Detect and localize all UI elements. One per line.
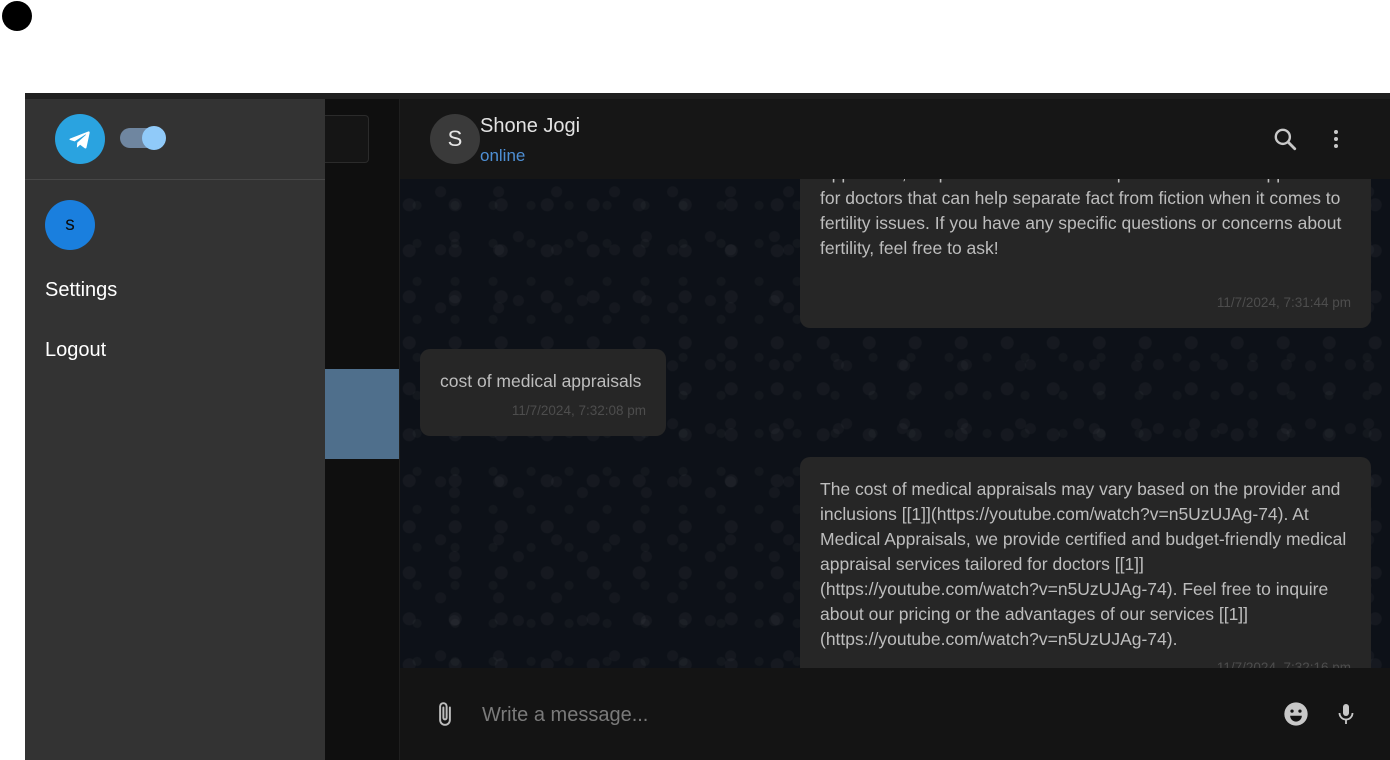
paperclip-icon[interactable]	[429, 698, 461, 730]
search-icon[interactable]	[1270, 124, 1300, 154]
drawer-header	[25, 99, 325, 180]
dark-mode-toggle[interactable]	[120, 126, 166, 150]
emoji-icon[interactable]	[1280, 698, 1312, 730]
message-list[interactable]: There are indeed many myths surrounding …	[400, 99, 1390, 687]
message-bubble-outgoing: cost of medical appraisals 11/7/2024, 7:…	[420, 349, 666, 436]
telegram-icon	[55, 114, 105, 164]
side-drawer: s Settings Logout	[25, 99, 325, 760]
chat-panel: There are indeed many myths surrounding …	[400, 99, 1390, 760]
contact-name[interactable]: Shone Jogi	[480, 115, 580, 138]
drawer-item-logout[interactable]: Logout	[45, 339, 106, 362]
chat-header: S Shone Jogi online	[400, 99, 1390, 179]
message-text: cost of medical appraisals	[440, 371, 642, 391]
message-time: 11/7/2024, 7:31:44 pm	[1216, 295, 1351, 310]
cursor-dot	[2, 1, 32, 31]
contact-avatar[interactable]: S	[430, 114, 480, 164]
microphone-icon[interactable]	[1330, 698, 1362, 730]
active-chat-item[interactable]	[325, 369, 399, 459]
message-input[interactable]	[480, 696, 1244, 734]
contact-status: online	[480, 146, 526, 165]
message-text: The cost of medical appraisals may vary …	[820, 479, 1347, 649]
app-window: s Settings Logout There are indeed many …	[25, 93, 1390, 760]
drawer-item-settings[interactable]: Settings	[45, 279, 117, 302]
user-avatar[interactable]: s	[45, 200, 95, 250]
more-vertical-icon[interactable]	[1321, 124, 1351, 154]
message-composer	[400, 668, 1390, 760]
toggle-knob	[142, 126, 166, 150]
message-time: 11/7/2024, 7:32:08 pm	[511, 403, 646, 418]
message-bubble-incoming: The cost of medical appraisals may vary …	[800, 457, 1371, 687]
